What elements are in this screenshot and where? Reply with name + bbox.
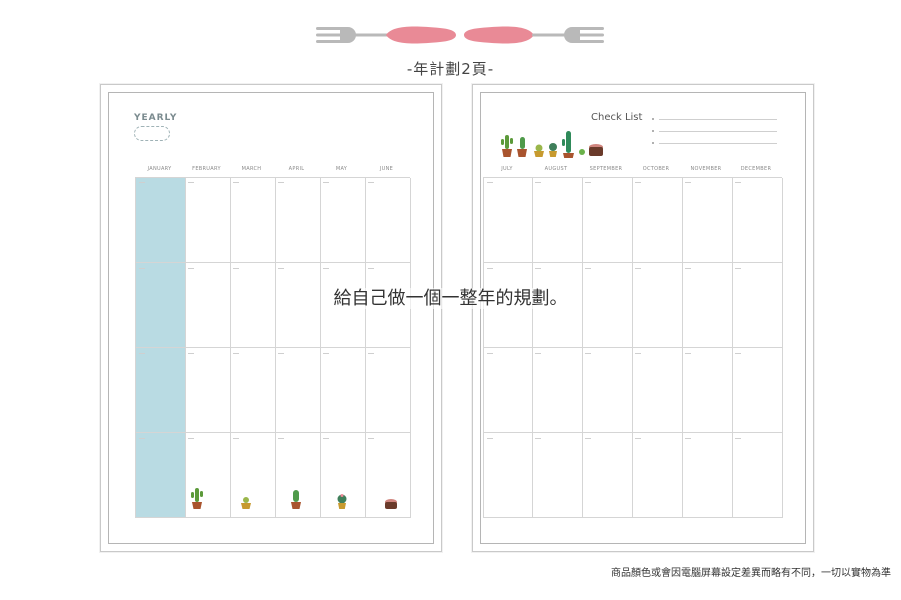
month-label: JULY: [501, 166, 513, 172]
grid-column: [136, 178, 186, 518]
overlay-caption: 給自己做一個一整年的規劃。: [0, 284, 901, 310]
checklist-line: [659, 119, 777, 120]
cactus-icon: [191, 488, 203, 509]
round-cactus-icon: [337, 494, 347, 509]
month-label: DECEMBER: [740, 166, 772, 172]
grid-row-line: [484, 262, 782, 263]
grid-column: [365, 178, 411, 518]
month-label: NOVEMBER: [690, 166, 722, 172]
grid-row-line: [484, 432, 782, 433]
checklist-line: [659, 131, 777, 132]
grid-column: [185, 178, 231, 518]
grid-column: [484, 178, 533, 518]
checklist-title: Check List: [591, 112, 643, 123]
grid-column: [230, 178, 276, 518]
grid-column: [632, 178, 683, 518]
month-label: MAY: [335, 166, 348, 172]
grid-row-line: [136, 517, 410, 518]
month-label: OCTOBER: [642, 166, 670, 172]
grid-column: [532, 178, 583, 518]
yearly-title: YEARLY: [134, 113, 178, 123]
month-label: MARCH: [241, 166, 262, 172]
yearly-badge-icon: [134, 126, 170, 141]
month-labels-first-half: JANUARY FEBRUARY MARCH APRIL MAY JUNE: [135, 166, 409, 172]
right-planner-page: Check List JULY AUGUST SEPTEMBER OCTOBER…: [472, 84, 814, 552]
color-disclaimer-note: 商品顏色或會因電腦屏幕設定差異而略有不同，一切以實物為準: [611, 568, 891, 579]
month-label: JANUARY: [147, 166, 172, 172]
month-label: APRIL: [288, 166, 305, 172]
left-planner-page: YEARLY JANUARY FEBRUARY MARCH APRIL MAY …: [100, 84, 442, 552]
month-label: JUNE: [379, 166, 394, 172]
monthly-grid-right: [483, 177, 783, 518]
monthly-grid-left: [135, 177, 411, 518]
grid-column: [732, 178, 783, 518]
month-label: AUGUST: [544, 166, 568, 172]
grid-row-line: [484, 517, 782, 518]
overlay-caption-text: 給自己做一個一整年的規劃。: [329, 288, 572, 309]
fork-spoon-ornament: [300, 14, 620, 56]
right-page-border: Check List JULY AUGUST SEPTEMBER OCTOBER…: [480, 92, 806, 544]
section-subtitle: -年計劃2頁-: [406, 60, 495, 78]
grid-column: [682, 178, 733, 518]
grid-row-line: [136, 262, 410, 263]
month-label: SEPTEMBER: [589, 166, 623, 172]
month-label: FEBRUARY: [192, 166, 221, 172]
grid-column: [582, 178, 633, 518]
cactus-icon: [291, 490, 301, 509]
left-page-border: YEARLY JANUARY FEBRUARY MARCH APRIL MAY …: [108, 92, 434, 544]
cutlery-divider-icon: [316, 26, 604, 44]
grid-row-line: [136, 432, 410, 433]
grid-column: [320, 178, 366, 518]
potted-plant-icon: [241, 497, 251, 509]
cactus-row-illustration: [501, 131, 603, 158]
grid-row-line: [484, 347, 782, 348]
checklist-line: [659, 143, 777, 144]
succulent-pot-icon: [385, 499, 397, 509]
grid-row-line: [136, 347, 410, 348]
month-labels-second-half: JULY AUGUST SEPTEMBER OCTOBER NOVEMBER D…: [483, 166, 781, 172]
grid-column: [275, 178, 321, 518]
